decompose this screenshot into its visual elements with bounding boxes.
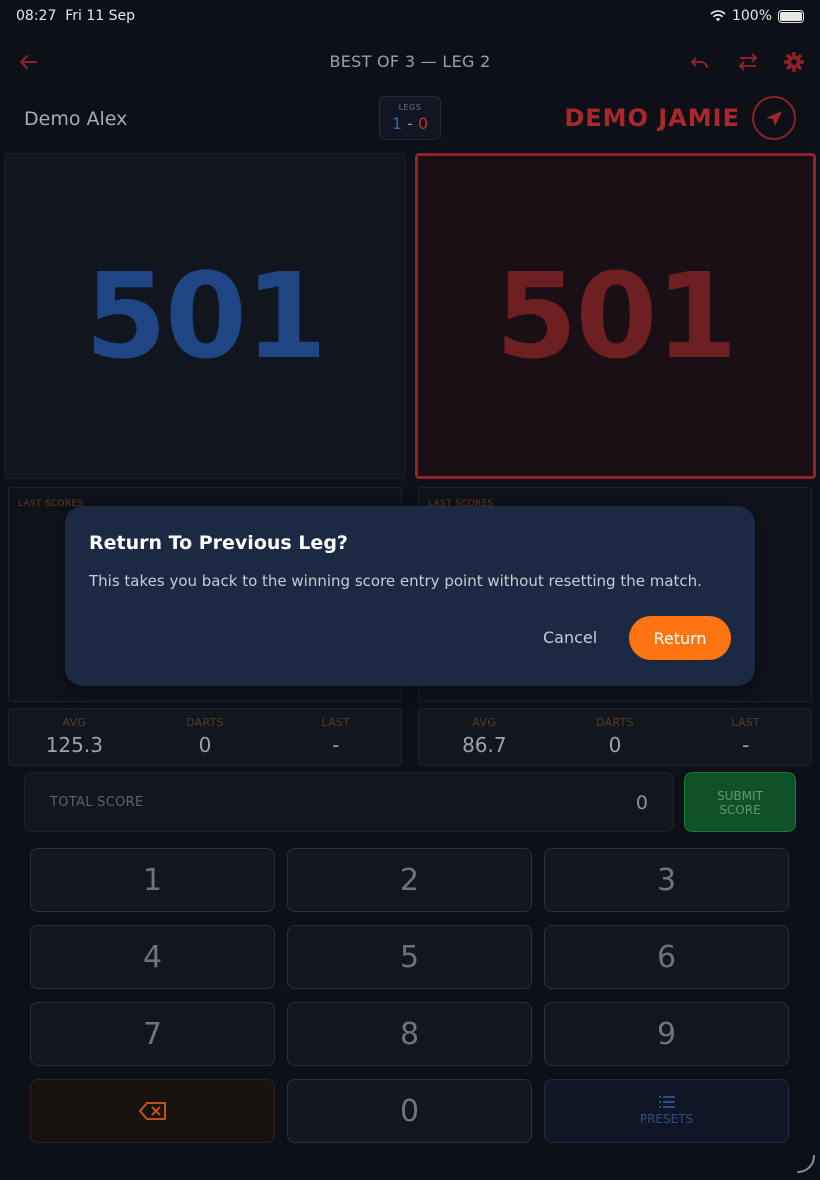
dialog-title: Return To Previous Leg?: [89, 532, 348, 554]
cancel-button[interactable]: Cancel: [543, 628, 597, 647]
return-button[interactable]: Return: [629, 616, 731, 660]
dialog-message: This takes you back to the winning score…: [89, 572, 702, 590]
return-leg-dialog: Return To Previous Leg? This takes you b…: [65, 506, 755, 686]
